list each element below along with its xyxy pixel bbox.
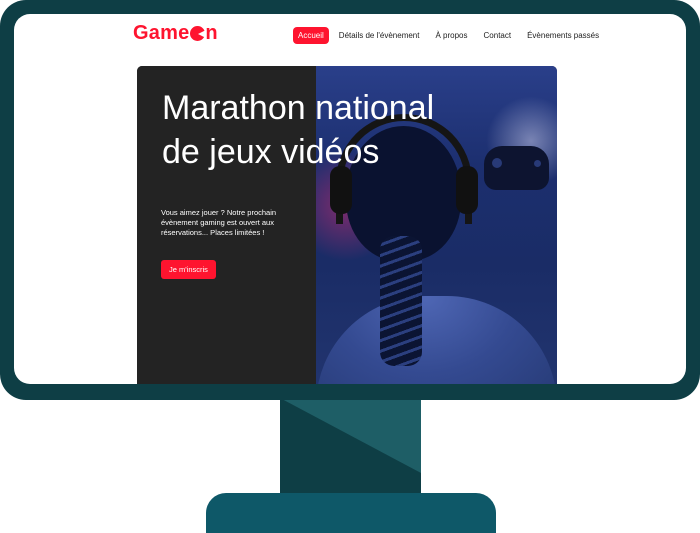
nav-item-contact[interactable]: Contact [479,27,517,44]
monitor-base [206,493,496,533]
nav-item-details[interactable]: Détails de l'évènement [334,27,425,44]
power-button-icon [190,26,207,41]
monitor-stand [280,398,421,498]
signup-button[interactable]: Je m'inscris [161,260,216,279]
logo-text: Game [133,22,190,44]
nav-item-a-propos[interactable]: À propos [430,27,472,44]
hero-section: Marathon national de jeux vidéos Vous ai… [137,66,557,384]
braid [380,236,422,366]
controller-icon [484,146,549,190]
hero-description: Vous aimez jouer ? Notre prochain évènem… [161,208,277,237]
nav-item-evenements-passes[interactable]: Évènements passés [522,27,604,44]
main-nav: Accueil Détails de l'évènement À propos … [293,27,607,44]
nav-item-accueil[interactable]: Accueil [293,27,329,44]
gameon-logo[interactable]: Game n [133,22,218,45]
logo-text-n: n [205,22,218,44]
monitor-frame: Game n Accueil Détails de l'évènement À … [0,0,700,400]
screen: Game n Accueil Détails de l'évènement À … [14,14,686,384]
hero-title: Marathon national de jeux vidéos [162,89,435,171]
